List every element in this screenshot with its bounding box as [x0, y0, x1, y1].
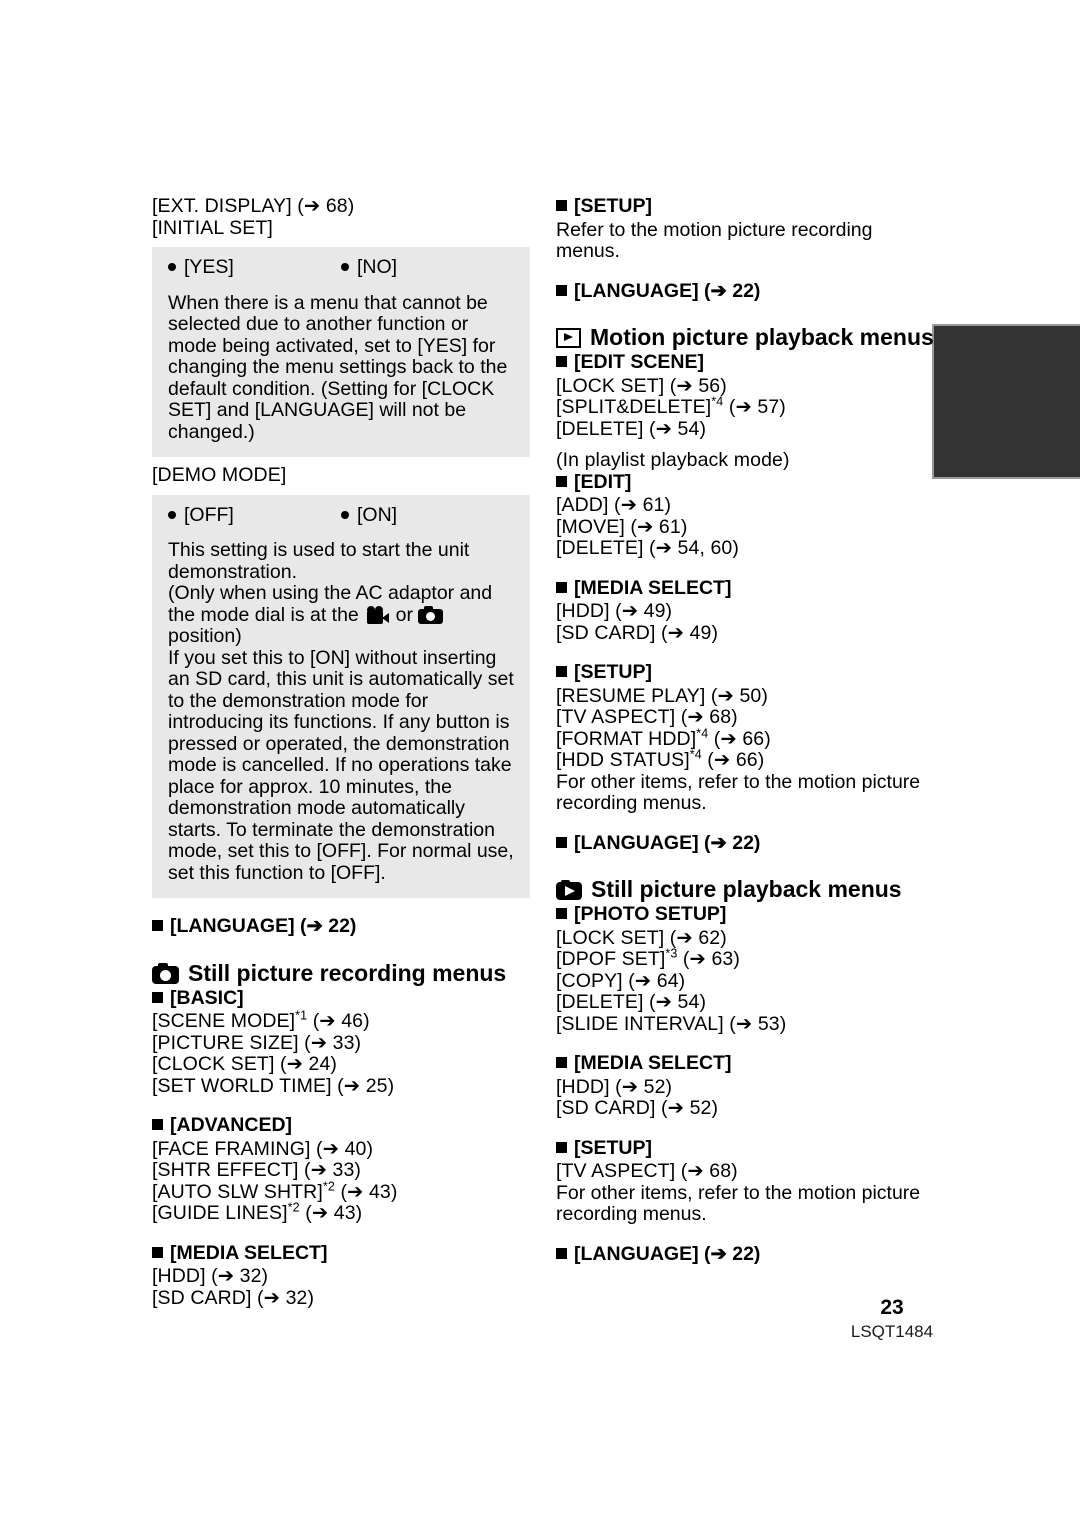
menu-item: [AUTO SLW SHTR]*2 (➔ 43) [152, 1179, 398, 1203]
right-language-heading-1: [LANGUAGE] (➔ 22) [556, 280, 934, 303]
advanced-section-heading: [ADVANCED] [152, 1114, 530, 1137]
option-no: [NO] [341, 256, 514, 279]
bullet-icon [341, 510, 349, 519]
square-bullet-icon [152, 1119, 163, 1130]
media-select-section-heading: [MEDIA SELECT] [152, 1242, 530, 1265]
playlist-playback-note: (In playlist playback mode) [556, 449, 790, 471]
demo-mode-description-2: (Only when using the AC adaptor and the … [168, 582, 493, 647]
initial-set-description: When there is a menu that cannot be sele… [168, 291, 508, 443]
menu-item: [HDD STATUS]*4 (➔ 66) [556, 747, 765, 771]
initial-set-entry: [INITIAL SET] [152, 216, 273, 239]
right-language-heading-2: [LANGUAGE] (➔ 22) [556, 832, 934, 855]
menu-item: [PICTURE SIZE] (➔ 33) [152, 1031, 362, 1054]
demo-mode-options: [OFF] [ON] [168, 504, 514, 527]
photo-camera-icon [418, 605, 444, 624]
edit-scene-section-heading: [EDIT SCENE] [556, 351, 934, 374]
play-icon [556, 327, 581, 348]
option-yes: [YES] [168, 256, 341, 279]
square-bullet-icon [556, 1057, 567, 1068]
menu-item: [DELETE] (➔ 54) [556, 417, 707, 440]
menu-item: [SHTR EFFECT] (➔ 33) [152, 1159, 362, 1181]
menu-item: [DELETE] (➔ 54) [556, 991, 707, 1013]
initial-set-box: [YES] [NO] When there is a menu that can… [152, 247, 530, 457]
right-language-heading-3: [LANGUAGE] (➔ 22) [556, 1243, 934, 1266]
menu-item: [COPY] (➔ 64) [556, 969, 686, 992]
menu-item: [HDD] (➔ 52) [556, 1075, 673, 1098]
square-bullet-icon [556, 908, 567, 919]
square-bullet-icon [556, 284, 567, 296]
menu-item: [FORMAT HDD]*4 (➔ 66) [556, 726, 771, 750]
menu-item: [HDD] (➔ 49) [556, 600, 673, 622]
menu-item: [MOVE] (➔ 61) [556, 515, 688, 538]
menu-item: [CLOCK SET] (➔ 24) [152, 1053, 338, 1075]
menu-item: [SCENE MODE]*1 (➔ 46) [152, 1008, 370, 1032]
edit-section-heading: [EDIT] [556, 471, 934, 494]
media-select-section-heading: [MEDIA SELECT] [556, 1052, 934, 1075]
demo-mode-box: [OFF] [ON] This setting is used to start… [152, 494, 530, 898]
still-picture-playback-menus-title: Still picture playback menus [556, 876, 934, 903]
square-bullet-icon [556, 581, 567, 593]
square-bullet-icon [556, 1247, 567, 1259]
menu-item: [SD CARD] (➔ 49) [556, 621, 719, 644]
demo-mode-entry: [DEMO MODE] [152, 464, 287, 486]
menu-item: [FACE FRAMING] (➔ 40) [152, 1137, 374, 1160]
bullet-icon [341, 263, 349, 271]
option-on: [ON] [341, 504, 514, 527]
setup-note: Refer to the motion picture recording me… [556, 218, 873, 262]
square-bullet-icon [556, 836, 567, 848]
option-off: [OFF] [168, 504, 341, 527]
square-bullet-icon [152, 1246, 163, 1258]
square-bullet-icon [152, 991, 163, 1003]
menu-item: [RESUME PLAY] (➔ 50) [556, 684, 768, 707]
movie-camera-icon [364, 605, 390, 624]
media-select-section-heading: [MEDIA SELECT] [556, 577, 934, 600]
right-column: [SETUP] Refer to the motion picture reco… [556, 195, 934, 1267]
demo-mode-description-3: If you set this to [ON] without insertin… [168, 646, 514, 884]
demo-mode-description-1: This setting is used to start the unit d… [168, 539, 470, 583]
initial-set-options: [YES] [NO] [168, 256, 514, 279]
square-bullet-icon [556, 1141, 567, 1153]
menu-item: [SLIDE INTERVAL] (➔ 53) [556, 1012, 787, 1035]
menu-item: [ADD] (➔ 61) [556, 494, 672, 516]
left-language-heading: [LANGUAGE] (➔ 22) [152, 915, 530, 938]
motion-picture-playback-menus-title: Motion picture playback menus [556, 324, 934, 351]
setup-note: For other items, refer to the motion pic… [556, 770, 921, 814]
setup-section-heading: [SETUP] [556, 195, 934, 218]
menu-item: [DPOF SET]*3 (➔ 63) [556, 946, 740, 970]
menu-item: [SPLIT&DELETE]*4 (➔ 57) [556, 394, 786, 418]
photo-camera-icon [152, 962, 179, 984]
square-bullet-icon [556, 475, 567, 487]
still-picture-recording-menus-title: Still picture recording menus [152, 960, 530, 987]
menu-item: [LOCK SET] (➔ 62) [556, 926, 727, 949]
setup-section-heading: [SETUP] [556, 1137, 934, 1160]
bullet-icon [168, 263, 176, 271]
manual-page: [EXT. DISPLAY] (➔ 68) [INITIAL SET] [YES… [0, 0, 1080, 1526]
menu-item: [SD CARD] (➔ 32) [152, 1286, 315, 1309]
menu-item: [GUIDE LINES]*2 (➔ 43) [152, 1200, 363, 1224]
photo-setup-section-heading: [PHOTO SETUP] [556, 903, 934, 926]
page-edge-tab-marker [932, 324, 1080, 479]
square-bullet-icon [556, 666, 567, 677]
menu-item: [HDD] (➔ 32) [152, 1265, 269, 1287]
page-number: 23 [880, 1296, 904, 1319]
menu-item: [SET WORLD TIME] (➔ 25) [152, 1074, 395, 1097]
square-bullet-icon [556, 200, 567, 211]
menu-item: [LOCK SET] (➔ 56) [556, 374, 727, 397]
photo-playback-icon [556, 879, 582, 900]
setup-section-heading: [SETUP] [556, 661, 934, 684]
menu-item: [TV ASPECT] (➔ 68) [556, 706, 738, 728]
ext-display-entry: [EXT. DISPLAY] (➔ 68) [152, 195, 355, 217]
setup-note: For other items, refer to the motion pic… [556, 1181, 921, 1225]
left-column: [EXT. DISPLAY] (➔ 68) [INITIAL SET] [YES… [152, 195, 530, 1309]
bullet-icon [168, 510, 176, 519]
menu-item: [DELETE] (➔ 54, 60) [556, 537, 739, 559]
square-bullet-icon [556, 356, 567, 367]
part-number: LSQT1484 [850, 1322, 934, 1341]
menu-item: [SD CARD] (➔ 52) [556, 1097, 719, 1119]
square-bullet-icon [152, 920, 163, 931]
basic-section-heading: [BASIC] [152, 987, 530, 1010]
menu-item: [TV ASPECT] (➔ 68) [556, 1160, 738, 1182]
